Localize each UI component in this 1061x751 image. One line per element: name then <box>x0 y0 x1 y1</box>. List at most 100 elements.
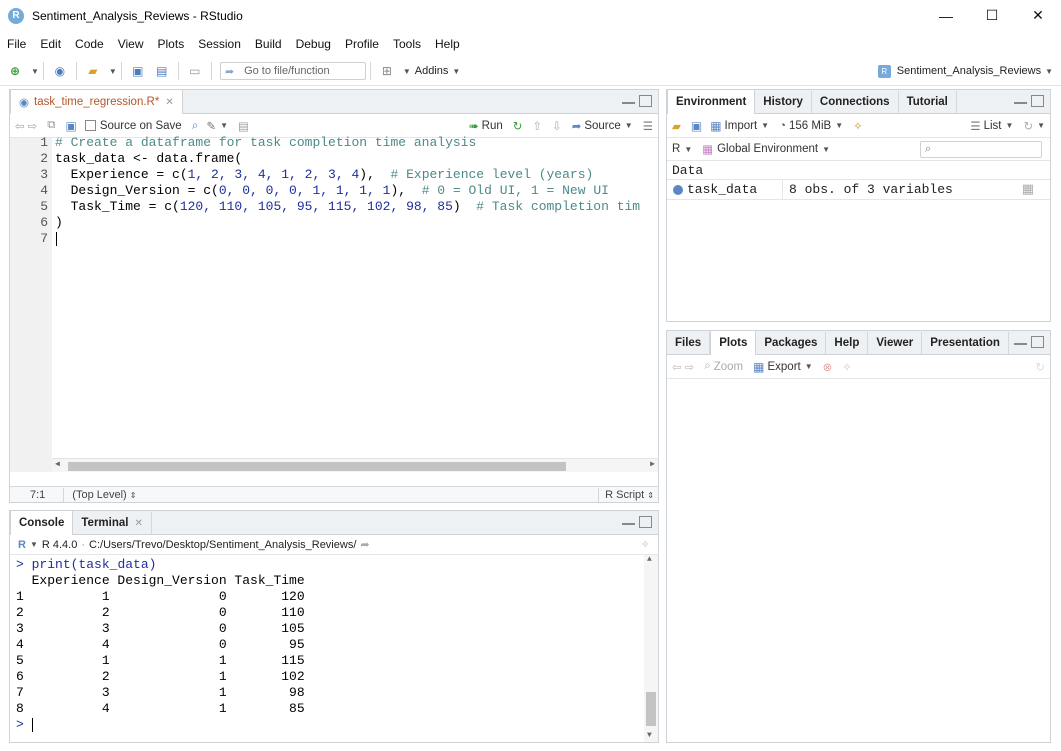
project-menu[interactable]: R Sentiment_Analysis_Reviews ▼ <box>877 64 1053 78</box>
refresh-plot-icon[interactable]: ↻ <box>1035 360 1045 374</box>
scope-selector[interactable]: ▦ Global Environment ▼ <box>702 142 830 156</box>
tab-environment[interactable]: Environment <box>667 90 756 114</box>
tab-task-time-regression[interactable]: ◉ task_time_regression.R* ✕ <box>10 90 183 114</box>
go-down-icon[interactable]: ⇩ <box>552 119 562 133</box>
back-icon[interactable]: ⇦ <box>15 119 25 133</box>
maximize-pane-icon[interactable] <box>639 516 652 528</box>
import-dataset-button[interactable]: ▦ Import ▼ <box>710 119 769 133</box>
minimize-pane-icon[interactable] <box>622 95 635 104</box>
open-file-dropdown-icon[interactable]: ▼ <box>109 67 117 76</box>
tab-packages[interactable]: Packages <box>756 332 827 354</box>
tab-presentation[interactable]: Presentation <box>922 332 1009 354</box>
menu-code[interactable]: Code <box>68 37 111 51</box>
menu-help[interactable]: Help <box>428 37 467 51</box>
compile-report-icon[interactable]: ▤ <box>238 119 249 133</box>
expand-icon[interactable] <box>673 184 683 195</box>
save-icon[interactable]: ▣ <box>129 62 147 80</box>
scroll-left-icon[interactable]: ◀ <box>55 459 60 469</box>
tab-tutorial[interactable]: Tutorial <box>899 91 957 113</box>
tab-console[interactable]: Console <box>10 511 74 535</box>
clear-console-icon[interactable]: ✧ <box>641 538 650 551</box>
close-button[interactable]: ✕ <box>1015 0 1061 31</box>
save-all-icon[interactable]: ▤ <box>153 62 171 80</box>
refresh-icon[interactable]: ↻ ▼ <box>1023 119 1045 133</box>
console-output[interactable]: > print(task_data) Experience Design_Ver… <box>10 555 658 742</box>
memory-usage-button[interactable]: ◔ 156 MiB ▼ <box>779 120 843 132</box>
scope-selector[interactable]: (Top Level) ⇕ <box>72 489 136 501</box>
minimize-button[interactable]: — <box>923 0 969 31</box>
menu-build[interactable]: Build <box>248 37 289 51</box>
vertical-scrollbar[interactable]: ▲ ▼ <box>644 555 658 742</box>
code-editor[interactable]: 1 2 3 4 5 6 7 # Create a dataframe for t… <box>10 135 658 472</box>
code-tools-icon[interactable]: ✎ ▼ <box>206 119 228 133</box>
zoom-button[interactable]: ⌕ Zoom <box>704 360 743 373</box>
tab-terminal[interactable]: Terminal ✕ <box>73 512 152 534</box>
menu-tools[interactable]: Tools <box>386 37 428 51</box>
horizontal-scrollbar[interactable]: ◀ ▶ <box>52 458 658 472</box>
maximize-pane-icon[interactable] <box>639 95 652 107</box>
minimize-pane-icon[interactable] <box>1014 336 1027 345</box>
minimize-pane-icon[interactable] <box>1014 95 1027 104</box>
tab-connections[interactable]: Connections <box>812 91 899 113</box>
run-button[interactable]: ➠ Run <box>469 119 503 133</box>
addins-dropdown-icon[interactable]: ▼ <box>452 67 460 76</box>
go-up-icon[interactable]: ⇧ <box>532 119 542 133</box>
go-to-file-input[interactable]: ➦ Go to file/function <box>219 62 366 80</box>
minimize-pane-icon[interactable] <box>622 516 635 525</box>
menu-edit[interactable]: Edit <box>33 37 68 51</box>
addins-menu[interactable]: Addins <box>415 65 449 77</box>
tab-help[interactable]: Help <box>826 332 869 354</box>
menu-file[interactable]: File <box>0 37 33 51</box>
tab-files[interactable]: Files <box>667 332 711 354</box>
menu-plots[interactable]: Plots <box>151 37 192 51</box>
scroll-down-icon[interactable]: ▼ <box>647 731 652 740</box>
new-file-dropdown-icon[interactable]: ▼ <box>31 67 39 76</box>
menu-session[interactable]: Session <box>191 37 248 51</box>
rerun-icon[interactable]: ↻ <box>513 119 523 133</box>
previous-plot-icon[interactable]: ⇦ <box>672 360 682 374</box>
console-input-line[interactable]: > <box>16 717 33 732</box>
maximize-pane-icon[interactable] <box>1031 336 1044 348</box>
show-in-window-icon[interactable]: ⧉ <box>47 119 55 132</box>
menu-view[interactable]: View <box>111 37 151 51</box>
maximize-pane-icon[interactable] <box>1031 95 1044 107</box>
new-file-icon[interactable]: ⊕ <box>6 62 24 80</box>
close-icon[interactable]: ✕ <box>165 97 173 108</box>
environment-search-input[interactable]: ⌕ <box>920 140 1042 158</box>
forward-icon[interactable]: ⇨ <box>28 119 38 133</box>
tab-viewer[interactable]: Viewer <box>868 332 923 354</box>
save-file-icon[interactable]: ▣ <box>66 119 77 133</box>
tab-history[interactable]: History <box>755 91 812 113</box>
tab-plots[interactable]: Plots <box>710 331 757 355</box>
file-type-selector[interactable]: R Script ⇕ <box>605 489 654 501</box>
env-row-task-data[interactable]: task_data 8 obs. of 3 variables ▦ <box>667 179 1050 200</box>
scroll-up-icon[interactable]: ▲ <box>647 555 652 564</box>
go-to-directory-icon[interactable]: ➦ <box>360 538 369 551</box>
source-on-save-toggle[interactable]: Source on Save <box>84 120 182 132</box>
pane-layout-dropdown-icon[interactable]: ▼ <box>403 67 411 76</box>
menu-profile[interactable]: Profile <box>338 37 386 51</box>
menu-debug[interactable]: Debug <box>289 37 338 51</box>
next-plot-icon[interactable]: ⇨ <box>685 360 695 374</box>
pane-layout-icon[interactable]: ⊞ <box>378 62 396 80</box>
new-project-icon[interactable]: ◉ <box>51 62 69 80</box>
horizontal-scroll-thumb[interactable] <box>68 462 566 471</box>
print-icon[interactable]: ▭ <box>186 62 204 80</box>
load-workspace-icon[interactable]: ▰ <box>672 119 681 133</box>
clear-workspace-broom-icon[interactable]: ✧ <box>853 119 863 133</box>
r-version-dropdown-icon[interactable]: ▼ <box>30 540 38 549</box>
scroll-right-icon[interactable]: ▶ <box>650 459 655 469</box>
export-button[interactable]: ▦ Export ▼ <box>753 360 813 374</box>
remove-plot-icon[interactable]: ⊗ <box>823 360 833 374</box>
view-mode-button[interactable]: ☰ List ▼ <box>970 119 1013 133</box>
maximize-button[interactable]: ☐ <box>969 0 1015 31</box>
language-selector[interactable]: R ▼ <box>672 143 692 155</box>
vertical-scroll-thumb[interactable] <box>646 692 656 726</box>
source-button[interactable]: ➦ Source ▼ <box>572 119 633 133</box>
view-table-icon[interactable]: ▦ <box>1022 182 1034 197</box>
open-file-icon[interactable]: ▰ <box>84 62 102 80</box>
source-on-save-checkbox[interactable] <box>84 120 96 131</box>
save-workspace-icon[interactable]: ▣ <box>691 119 702 133</box>
outline-icon[interactable]: ☰ <box>643 119 653 133</box>
search-icon[interactable]: ⌕ <box>192 118 199 133</box>
